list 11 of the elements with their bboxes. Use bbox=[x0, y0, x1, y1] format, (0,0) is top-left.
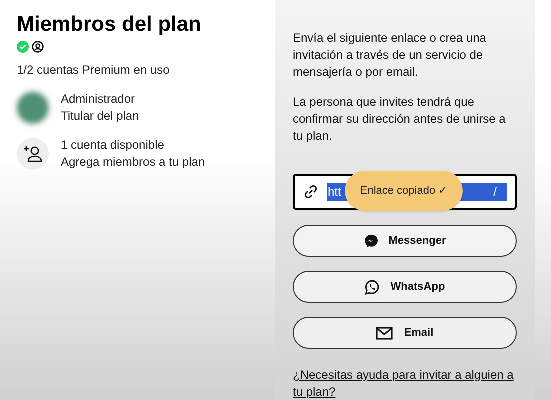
member-name: 1 cuenta disponible bbox=[61, 137, 166, 154]
usage-text: 1/2 cuentas Premium en uso bbox=[17, 62, 171, 80]
page-title: Miembros del plan bbox=[17, 12, 202, 38]
member-name: Administrador bbox=[61, 91, 136, 108]
link-text: / bbox=[494, 184, 497, 201]
member-role: Titular del plan bbox=[61, 108, 140, 126]
link-text: htt bbox=[328, 184, 342, 201]
intro-text: Envía el siguiente enlace o crea una invitación a través de un servicio de mensajería o por email. bbox=[293, 30, 488, 81]
copied-toast: Enlace copiado ✓ bbox=[345, 171, 463, 211]
note-text: La persona que invites tendrá que confirmar su dirección antes de unirse a tu plan. bbox=[293, 94, 507, 145]
member-role: Agrega miembros a tu plan bbox=[61, 154, 206, 172]
